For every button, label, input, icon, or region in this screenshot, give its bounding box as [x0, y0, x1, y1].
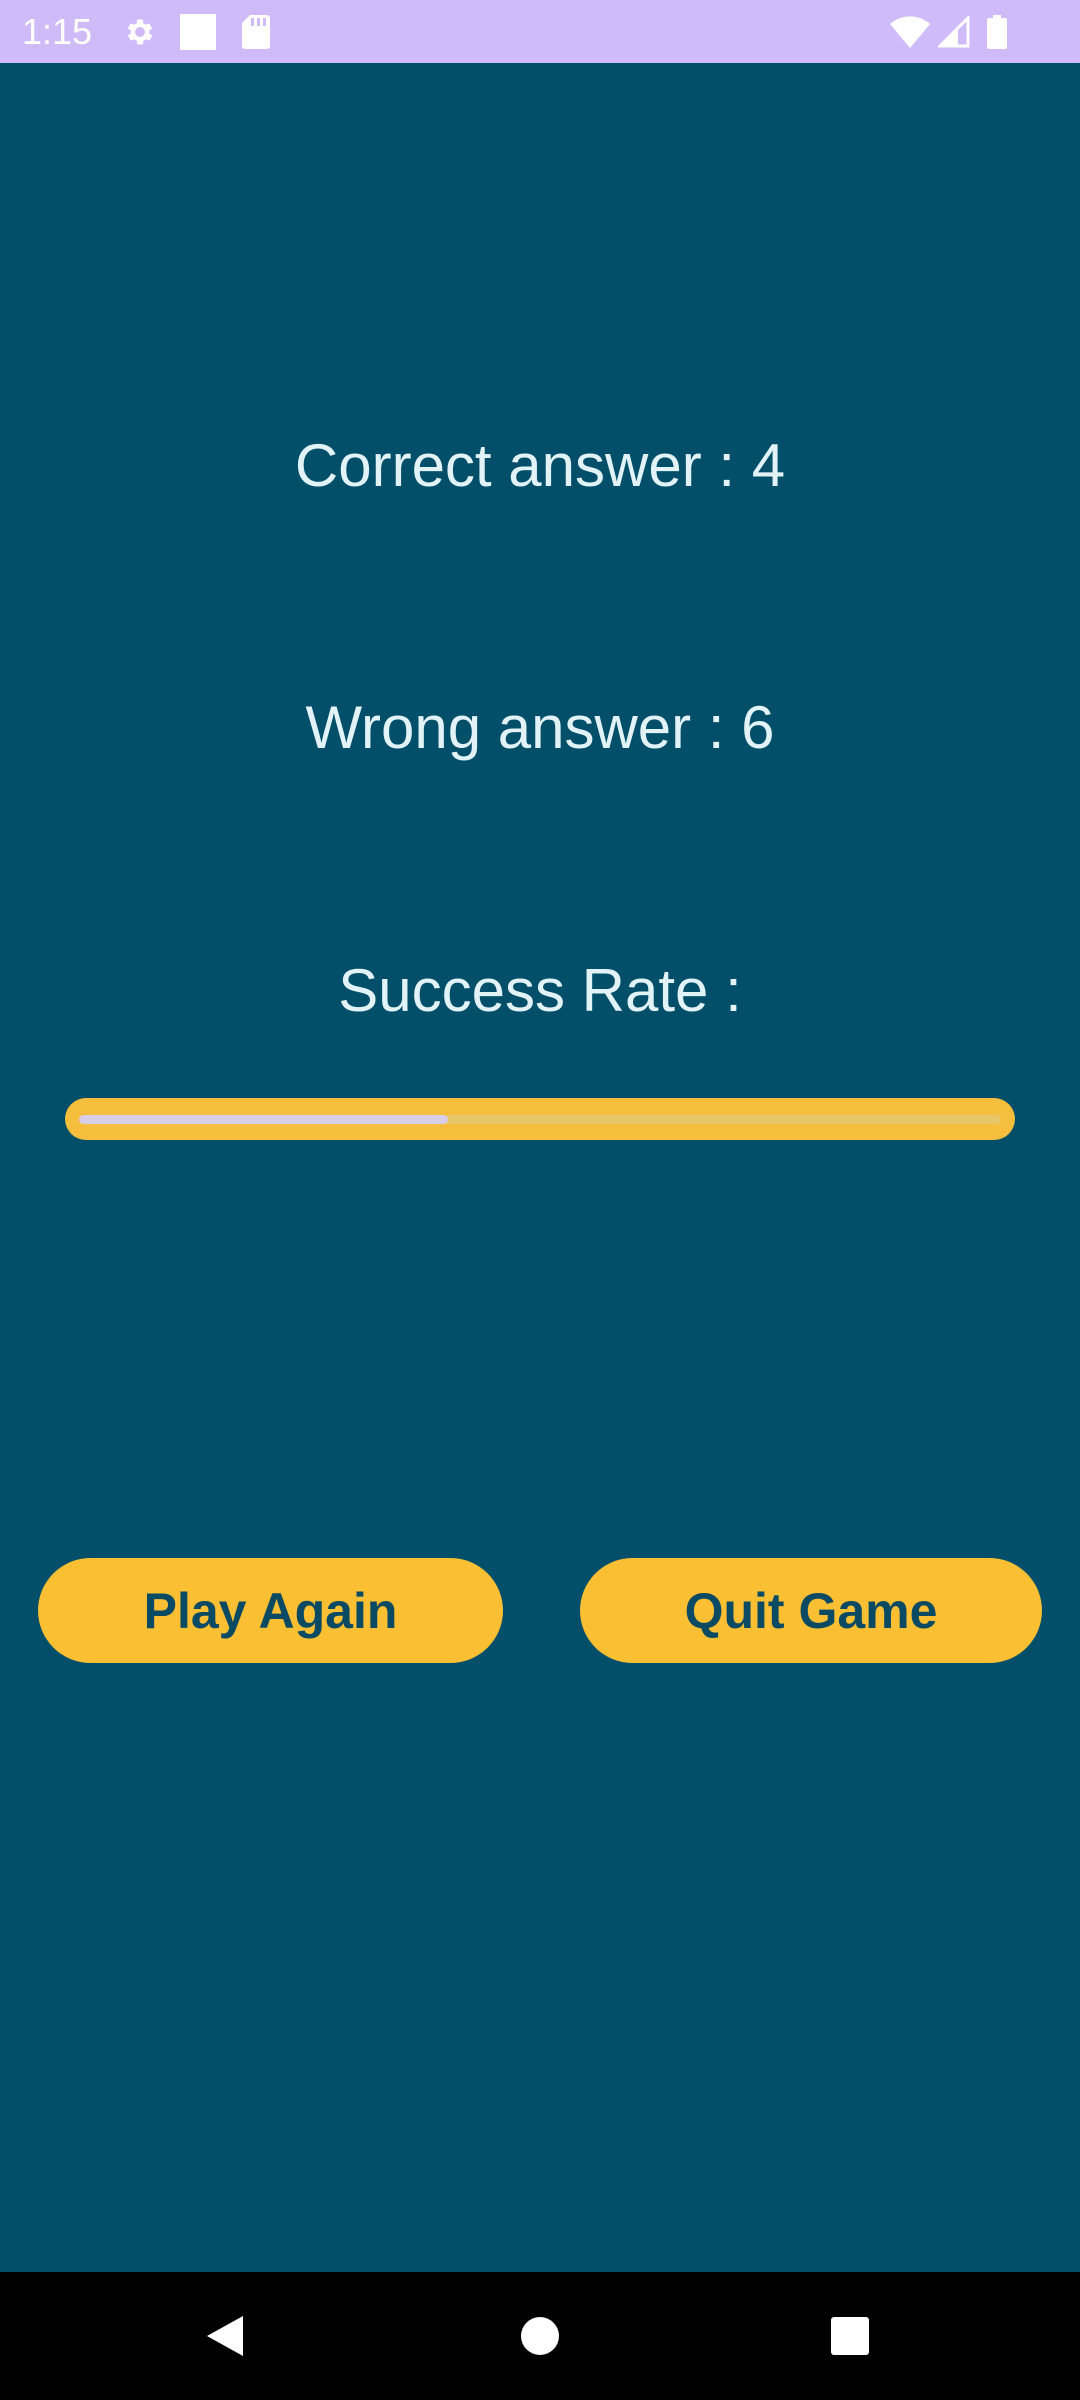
recents-icon[interactable] [780, 2272, 920, 2400]
gear-icon [118, 0, 162, 63]
game-result-screen: 1:15 Correct answer: 4 Wrong answer: 6… [0, 0, 1080, 2400]
navigation-bar [0, 2272, 1080, 2400]
success-rate-label: Success Rate : [338, 957, 742, 1024]
progress-fill [79, 1115, 448, 1124]
wifi-icon [888, 0, 932, 63]
wrong-answer-label: Wrong answer : 6 [305, 694, 775, 761]
status-time: 1:15 [22, 11, 93, 52]
home-icon[interactable] [470, 2272, 610, 2400]
signal-icon [934, 0, 974, 63]
correct-answer-label: Correct answer : 4 [294, 432, 786, 499]
square-icon [176, 0, 220, 63]
play-again-button[interactable]: Play Again [38, 1558, 503, 1663]
quit-game-button[interactable]: Quit Game [580, 1558, 1042, 1663]
sd-card-icon [234, 0, 278, 63]
progress-rail [79, 1115, 1001, 1124]
battery-icon [982, 0, 1012, 63]
back-icon[interactable] [155, 2272, 295, 2400]
status-bar: 1:15 [0, 0, 1080, 63]
success-rate-progress-bar [65, 1098, 1015, 1140]
